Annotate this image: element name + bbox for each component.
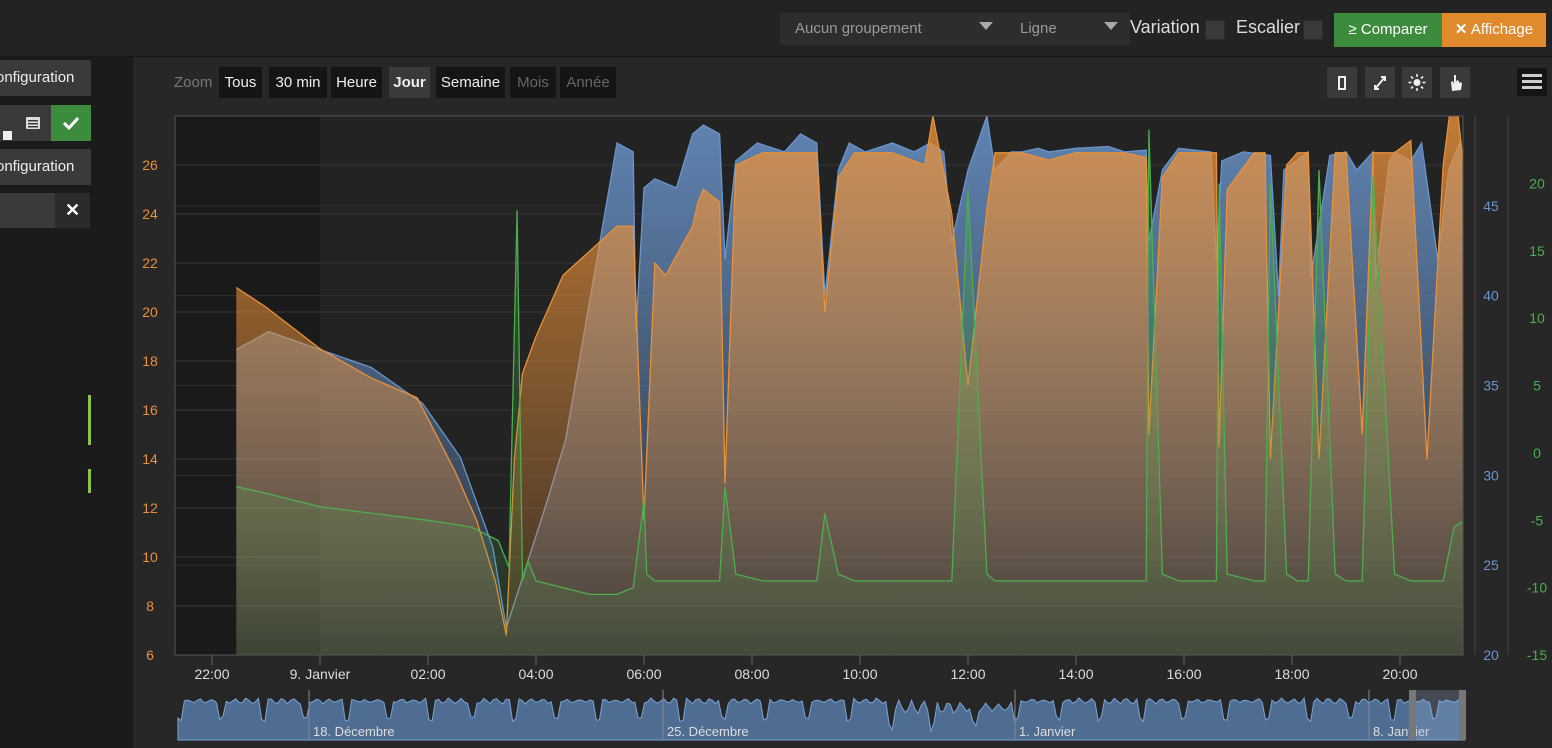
navigator-label: 25. Décembre xyxy=(667,724,749,739)
navigator-handle-left[interactable] xyxy=(1409,690,1416,740)
y-left-tick-label: 18 xyxy=(142,353,158,369)
y-left-tick-label: 26 xyxy=(142,157,158,173)
x-tick-label: 06:00 xyxy=(626,666,661,682)
x-tick-label: 12:00 xyxy=(950,666,985,682)
x-tick-label: 9. Janvier xyxy=(290,666,351,682)
y-right1-tick-label: 40 xyxy=(1483,288,1499,304)
y-right1-tick-label: 20 xyxy=(1483,647,1499,663)
navigator-selection xyxy=(1411,690,1462,740)
y-right2-tick-label: 15 xyxy=(1529,243,1545,259)
y-right2-tick-label: 5 xyxy=(1533,378,1541,394)
navigator-label: 1. Janvier xyxy=(1019,724,1076,739)
y-left-tick-label: 12 xyxy=(142,500,158,516)
x-tick-label: 18:00 xyxy=(1274,666,1309,682)
y-left-tick-label: 14 xyxy=(142,451,158,467)
y-left-tick-label: 24 xyxy=(142,206,158,222)
y-right2-tick-label: 20 xyxy=(1529,175,1545,191)
y-left-tick-label: 22 xyxy=(142,255,158,271)
x-tick-label: 08:00 xyxy=(734,666,769,682)
y-left-tick-label: 10 xyxy=(142,549,158,565)
x-tick-label: 10:00 xyxy=(842,666,877,682)
y-left-tick-label: 20 xyxy=(142,304,158,320)
y-right1-tick-label: 25 xyxy=(1483,557,1499,573)
y-right1-tick-label: 35 xyxy=(1483,378,1499,394)
chart-svg: 22:00 9. Janvier 02:00 04:00 06:00 08:00 10:00… xyxy=(142,115,1547,741)
y-left-tick-label: 6 xyxy=(146,647,154,663)
navigator-handle-right[interactable] xyxy=(1459,690,1466,740)
x-tick-label: 20:00 xyxy=(1382,666,1417,682)
y-right2-tick-label: -5 xyxy=(1531,512,1544,528)
y-left-tick-label: 8 xyxy=(146,598,154,614)
y-right2-tick-label: 10 xyxy=(1529,310,1545,326)
y-left-tick-label: 16 xyxy=(142,402,158,418)
x-tick-label: 16:00 xyxy=(1166,666,1201,682)
y-right1-tick-label: 30 xyxy=(1483,467,1499,483)
navigator-label: 18. Décembre xyxy=(313,724,395,739)
x-tick-label: 02:00 xyxy=(410,666,445,682)
x-tick-label: 22:00 xyxy=(194,666,229,682)
x-tick-label: 04:00 xyxy=(518,666,553,682)
y-right2-tick-label: -10 xyxy=(1527,580,1547,596)
x-tick-label: 14:00 xyxy=(1058,666,1093,682)
y-right2-tick-label: 0 xyxy=(1533,445,1541,461)
y-right2-tick-label: -15 xyxy=(1527,647,1547,663)
y-right1-tick-label: 45 xyxy=(1483,198,1499,214)
